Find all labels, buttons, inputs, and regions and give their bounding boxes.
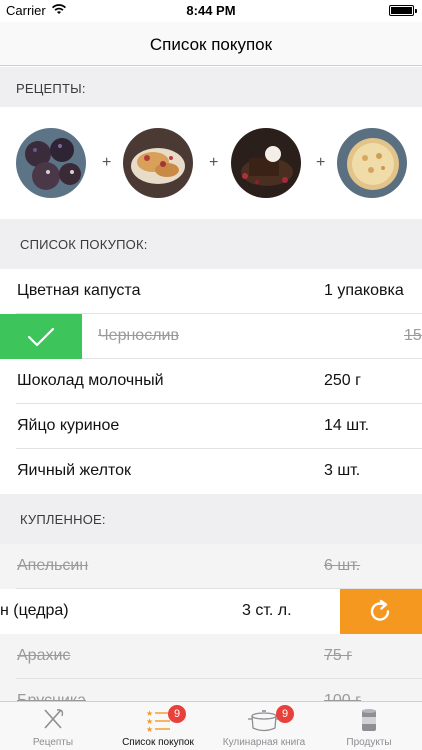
item-name: Яичный желток: [17, 462, 131, 479]
item-name: Чернослив: [98, 327, 179, 344]
mark-bought-button[interactable]: [0, 314, 82, 359]
item-quantity: 15: [404, 327, 422, 344]
can-icon: [362, 709, 376, 731]
item-name: Шоколад молочный: [17, 372, 164, 389]
tab-products[interactable]: Продукты: [316, 702, 422, 750]
badge-count: 9: [168, 705, 186, 723]
list-item-swiped[interactable]: Чернослив 15: [0, 314, 422, 359]
clock: 8:44 PM: [186, 3, 236, 18]
item-quantity: 3 шт.: [324, 462, 361, 479]
recipe-thumbnail-muffins[interactable]: [16, 128, 86, 198]
badge-count: 9: [276, 705, 294, 723]
item-name: Яйцо куриное: [17, 417, 120, 434]
list-item[interactable]: Шоколад молочный 250 г: [0, 359, 422, 404]
tab-label: Продукты: [346, 737, 392, 748]
status-bar: Carrier 8:44 PM: [0, 0, 422, 22]
tab-cookbook[interactable]: 9 Кулинарная книга: [211, 702, 317, 750]
recipes-header-label: РЕЦЕПТЫ:: [16, 81, 86, 96]
fork-knife-icon: [44, 709, 64, 729]
item-quantity: 3 ст. л.: [242, 602, 292, 619]
list-item[interactable]: Яичный желток 3 шт.: [0, 449, 422, 494]
item-quantity: 1 упаковка: [324, 282, 404, 299]
plus-sign: +: [316, 154, 326, 171]
tab-shopping-list[interactable]: ★ ★ ★ 9 Список покупок: [105, 702, 211, 750]
bought-header-label: КУПЛЕННОЕ:: [20, 512, 106, 527]
recipes-section-header: РЕЦЕПТЫ:: [0, 67, 422, 107]
bought-item-swiped[interactable]: н (цедра) 3 ст. л.: [0, 589, 422, 634]
item-quantity: 250 г: [324, 372, 361, 389]
shopping-section-header: СПИСОК ПОКУПОК:: [0, 219, 422, 269]
tab-bar: Рецепты ★ ★ ★ 9 Список покупок 9 Кулинар…: [0, 701, 422, 750]
plus-sign: +: [102, 154, 112, 171]
bought-item[interactable]: Апельсин 6 шт.: [0, 544, 422, 589]
tab-label: Список покупок: [122, 737, 194, 748]
item-quantity: 14 шт.: [324, 417, 370, 434]
battery-icon: [389, 5, 417, 16]
recipes-strip: + + +: [0, 107, 422, 219]
tab-recipes[interactable]: Рецепты: [0, 702, 106, 750]
item-name: Апельсин: [17, 557, 89, 574]
shopping-header-label: СПИСОК ПОКУПОК:: [20, 237, 148, 252]
svg-text:★: ★: [146, 725, 153, 733]
item-name: Цветная капуста: [17, 282, 141, 299]
bought-item[interactable]: Арахис 75 г: [0, 634, 422, 679]
list-item[interactable]: Цветная капуста 1 упаковка: [0, 269, 422, 314]
tab-label: Рецепты: [32, 737, 74, 748]
refresh-icon: [370, 599, 390, 621]
list-item[interactable]: Яйцо куриное 14 шт.: [0, 404, 422, 449]
restore-item-button[interactable]: [340, 589, 422, 634]
checkmark-icon: [27, 327, 55, 347]
item-name: Арахис: [17, 647, 71, 664]
tab-label: Кулинарная книга: [222, 737, 306, 748]
bought-section-header: КУПЛЕННОЕ:: [0, 494, 422, 544]
item-quantity: 6 шт.: [324, 557, 361, 574]
recipe-thumbnail-pastry[interactable]: [123, 128, 193, 198]
recipe-thumbnail-chocolate-dessert[interactable]: [231, 128, 301, 198]
plus-sign: +: [209, 154, 219, 171]
navigation-bar: Список покупок: [0, 22, 422, 66]
page-title: Список покупок: [149, 35, 273, 54]
recipe-thumbnail-pie[interactable]: [337, 128, 407, 198]
item-name: н (цедра): [0, 602, 69, 619]
item-quantity: 75 г: [324, 647, 353, 664]
